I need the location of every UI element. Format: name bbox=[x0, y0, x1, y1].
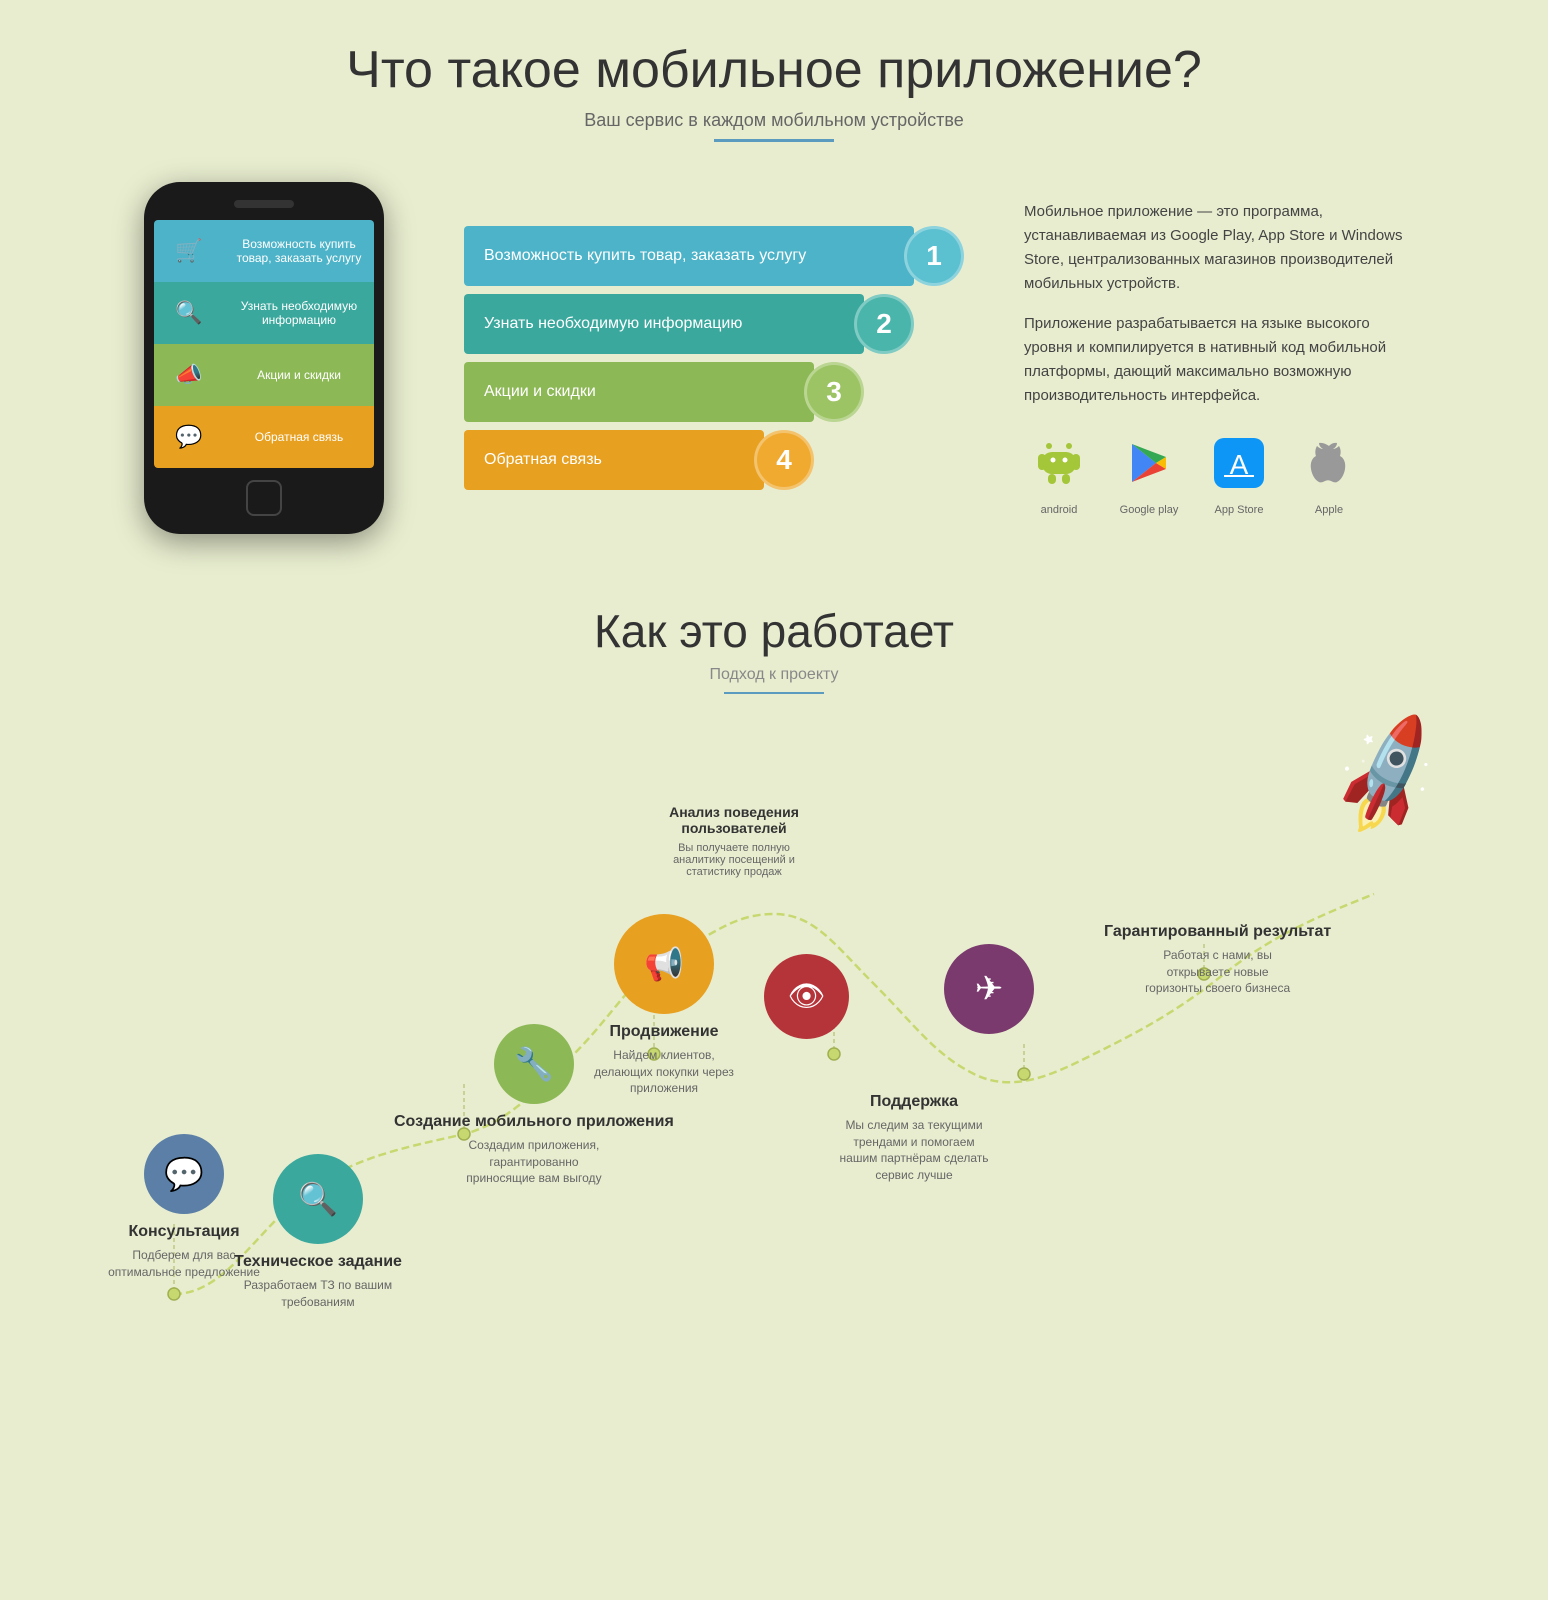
section2-title: Как это работает bbox=[60, 604, 1488, 658]
store-icons: android Google play bbox=[1024, 428, 1404, 516]
node-support: Поддержка Мы следим за текущими трендами… bbox=[834, 1084, 994, 1184]
node-eye: 👁 bbox=[764, 954, 849, 1039]
feature-number-3: 3 bbox=[804, 362, 864, 422]
phone-row-2: 🔍 Узнать необходимую информацию bbox=[154, 282, 374, 344]
promo-icon: 📢 bbox=[614, 914, 714, 1014]
konsult-title: Консультация bbox=[128, 1222, 239, 1243]
create-title: Создание мобильного приложения bbox=[394, 1112, 674, 1133]
create-icon: 🔧 bbox=[494, 1024, 574, 1104]
googleplay-label: Google play bbox=[1120, 504, 1179, 516]
store-android: android bbox=[1024, 428, 1094, 516]
feature-text-2: Узнать необходимую информацию bbox=[484, 315, 742, 333]
phone-row-3: 📣 Акции и скидки bbox=[154, 344, 374, 406]
feature-bar-2: Узнать необходимую информацию bbox=[464, 294, 864, 354]
node-tz: 🔍 Техническое задание Разработаем ТЗ по … bbox=[234, 1154, 402, 1310]
feature-bar-4: Обратная связь bbox=[464, 430, 764, 490]
analytics-desc: Вы получаете полную аналитику посещений … bbox=[654, 842, 814, 878]
feature-text-1: Возможность купить товар, заказать услуг… bbox=[484, 247, 806, 265]
android-icon bbox=[1024, 428, 1094, 498]
phone-screen: 🛒 Возможность купить товар, заказать усл… bbox=[154, 220, 374, 468]
search-icon: 🔍 bbox=[154, 282, 224, 344]
feature-bar-3: Акции и скидки bbox=[464, 362, 814, 422]
phone-mockup: 🛒 Возможность купить товар, заказать усл… bbox=[144, 182, 404, 534]
description-1: Мобильное приложение — это программа, ус… bbox=[1024, 200, 1404, 296]
support-title: Поддержка bbox=[870, 1092, 958, 1113]
result-title: Гарантированный результат bbox=[1104, 922, 1331, 943]
features-list: Возможность купить товар, заказать услуг… bbox=[464, 226, 964, 490]
subtitle: Ваш сервис в каждом мобильном устройстве bbox=[60, 110, 1488, 131]
node-promo: 📢 Продвижение Найдем клиентов, делающих … bbox=[584, 914, 744, 1097]
create-desc: Создадим приложения, гарантированно прин… bbox=[454, 1137, 614, 1187]
tz-icon: 🔍 bbox=[273, 1154, 363, 1244]
apple-label: Apple bbox=[1315, 504, 1343, 516]
store-apple: Apple bbox=[1294, 428, 1364, 516]
feature-number-4: 4 bbox=[754, 430, 814, 490]
description-2: Приложение разрабатывается на языке высо… bbox=[1024, 312, 1404, 408]
cart-icon: 🛒 bbox=[154, 220, 224, 282]
phone-label-4: Обратная связь bbox=[224, 430, 374, 444]
content-row: 🛒 Возможность купить товар, заказать усл… bbox=[60, 182, 1488, 534]
store-googleplay: Google play bbox=[1114, 428, 1184, 516]
tz-desc: Разработаем ТЗ по вашим требованиям bbox=[238, 1277, 398, 1311]
appstore-icon: A bbox=[1204, 428, 1274, 498]
title-underline bbox=[714, 139, 834, 142]
phone-row-1: 🛒 Возможность купить товар, заказать усл… bbox=[154, 220, 374, 282]
feature-number-2: 2 bbox=[854, 294, 914, 354]
phone-label-2: Узнать необходимую информацию bbox=[224, 299, 374, 327]
phone-row-4: 💬 Обратная связь bbox=[154, 406, 374, 468]
phone-home-button bbox=[246, 480, 282, 516]
feature-item-1: Возможность купить товар, заказать услуг… bbox=[464, 226, 964, 286]
feature-number-1: 1 bbox=[904, 226, 964, 286]
feature-text-4: Обратная связь bbox=[484, 451, 602, 469]
section2-underline bbox=[724, 692, 824, 694]
phone: 🛒 Возможность купить товар, заказать усл… bbox=[144, 182, 384, 534]
megaphone-icon: 📣 bbox=[154, 344, 224, 406]
result-desc: Работая с нами, вы открываете новые гори… bbox=[1138, 947, 1298, 997]
support-desc: Мы следим за текущими трендами и помогае… bbox=[834, 1117, 994, 1184]
phone-label-1: Возможность купить товар, заказать услуг… bbox=[224, 237, 374, 265]
store-appstore: A App Store bbox=[1204, 428, 1274, 516]
appstore-label: App Store bbox=[1215, 504, 1264, 516]
chat-icon: 💬 bbox=[154, 406, 224, 468]
feature-item-3: Акции и скидки 3 bbox=[464, 362, 964, 422]
feature-item-2: Узнать необходимую информацию 2 bbox=[464, 294, 964, 354]
section2-subtitle: Подход к проекту bbox=[60, 666, 1488, 684]
promo-desc: Найдем клиентов, делающих покупки через … bbox=[584, 1047, 744, 1097]
workflow-diagram: 🚀 💬 Консультация Подберем для вас оптима… bbox=[74, 714, 1474, 1394]
rocket-icon: 🚀 bbox=[1317, 708, 1458, 845]
eye-icon: 👁 bbox=[764, 954, 849, 1039]
feature-bar-1: Возможность купить товар, заказать услуг… bbox=[464, 226, 914, 286]
section2: Как это работает Подход к проекту bbox=[0, 564, 1548, 1414]
analytics-title: Анализ поведения пользователей bbox=[644, 804, 824, 836]
main-title: Что такое мобильное приложение? bbox=[60, 40, 1488, 100]
konsult-icon: 💬 bbox=[144, 1134, 224, 1214]
googleplay-icon bbox=[1114, 428, 1184, 498]
feature-text-3: Акции и скидки bbox=[484, 383, 596, 401]
node-analytics: Анализ поведения пользователей Вы получа… bbox=[644, 804, 824, 878]
node-plane: ✈ bbox=[944, 944, 1034, 1034]
phone-label-3: Акции и скидки bbox=[224, 368, 374, 382]
section1: Что такое мобильное приложение? Ваш серв… bbox=[0, 0, 1548, 564]
android-label: android bbox=[1041, 504, 1078, 516]
feature-item-4: Обратная связь 4 bbox=[464, 430, 964, 490]
promo-title: Продвижение bbox=[609, 1022, 718, 1043]
node-result: Гарантированный результат Работая с нами… bbox=[1104, 914, 1331, 997]
plane-icon: ✈ bbox=[944, 944, 1034, 1034]
tz-title: Техническое задание bbox=[234, 1252, 402, 1273]
right-description: Мобильное приложение — это программа, ус… bbox=[1024, 200, 1404, 516]
phone-speaker bbox=[234, 200, 294, 208]
apple-icon bbox=[1294, 428, 1364, 498]
